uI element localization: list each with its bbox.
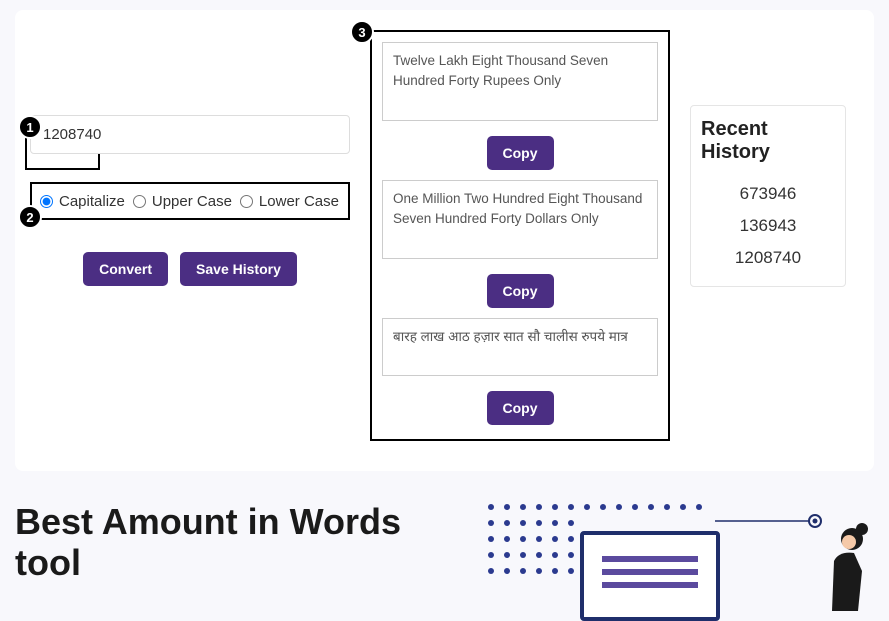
person-illustration-icon xyxy=(814,521,874,611)
output-block-hindi: Copy xyxy=(382,318,658,426)
action-buttons: Convert Save History xyxy=(30,252,350,286)
number-input[interactable] xyxy=(30,115,350,154)
copy-button-hindi[interactable]: Copy xyxy=(487,391,554,425)
connector-icon xyxy=(715,511,825,531)
radio-upper-label: Upper Case xyxy=(152,193,232,210)
radio-lower[interactable]: Lower Case xyxy=(240,193,339,210)
page-heading: Best Amount in Words tool xyxy=(15,501,435,584)
output-text-rupees[interactable] xyxy=(382,42,658,121)
radio-lower-input[interactable] xyxy=(240,195,253,208)
hero-section: Best Amount in Words tool xyxy=(0,481,889,584)
radio-lower-label: Lower Case xyxy=(259,193,339,210)
radio-capitalize[interactable]: Capitalize xyxy=(40,193,125,210)
output-block-dollars: Copy xyxy=(382,180,658,308)
history-panel: Recent History 673946 136943 1208740 xyxy=(690,105,846,287)
convert-button[interactable]: Convert xyxy=(83,252,168,286)
input-panel: Capitalize Upper Case Lower Case Convert… xyxy=(30,30,350,286)
history-item[interactable]: 136943 xyxy=(701,210,835,242)
radio-upper[interactable]: Upper Case xyxy=(133,193,232,210)
output-text-dollars[interactable] xyxy=(382,180,658,259)
save-history-button[interactable]: Save History xyxy=(180,252,297,286)
annotation-badge-2: 2 xyxy=(18,205,42,229)
output-block-rupees: Copy xyxy=(382,42,658,170)
output-text-hindi[interactable] xyxy=(382,318,658,377)
annotation-badge-1: 1 xyxy=(18,115,42,139)
radio-capitalize-input[interactable] xyxy=(40,195,53,208)
radio-capitalize-label: Capitalize xyxy=(59,193,125,210)
screen-illustration-icon xyxy=(580,531,720,621)
history-item[interactable]: 1208740 xyxy=(701,242,835,274)
decorative-illustration xyxy=(475,501,874,584)
annotation-badge-3: 3 xyxy=(350,20,374,44)
history-title: Recent History xyxy=(701,118,835,164)
history-item[interactable]: 673946 xyxy=(701,178,835,210)
case-option-group: Capitalize Upper Case Lower Case xyxy=(30,182,350,220)
copy-button-dollars[interactable]: Copy xyxy=(487,274,554,308)
copy-button-rupees[interactable]: Copy xyxy=(487,136,554,170)
output-panel: Copy Copy Copy xyxy=(370,30,670,441)
radio-upper-input[interactable] xyxy=(133,195,146,208)
